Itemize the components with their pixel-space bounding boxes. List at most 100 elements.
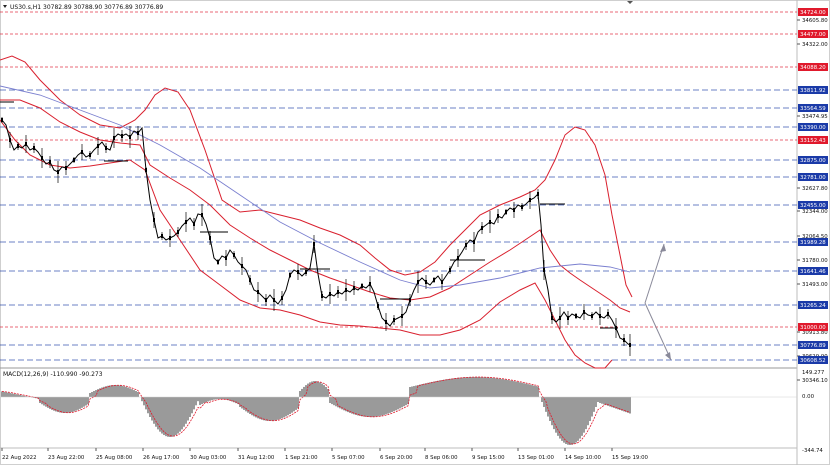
candle-body — [17, 144, 19, 148]
candle-body — [185, 220, 187, 224]
candle-body — [559, 316, 561, 320]
candle-body — [297, 270, 299, 274]
price-tag-label: 30776.89 — [800, 343, 826, 349]
macd-axis-label: 0.00 — [802, 394, 815, 400]
candle-body — [25, 142, 27, 146]
macd-label: MACD(12,26,9) -110.990 -90.273 — [3, 371, 103, 378]
candle-body — [137, 131, 139, 135]
candle-body — [105, 146, 107, 150]
candle-body — [113, 136, 115, 140]
candle-body — [529, 198, 531, 202]
candle-body — [177, 230, 179, 234]
price-tag-label: 32455.00 — [800, 203, 826, 209]
candle-body — [241, 264, 243, 268]
candle-body — [305, 270, 307, 274]
price-axis-label: 34605.80 — [802, 18, 828, 24]
time-axis-label: 9 Sep 15:00 — [472, 455, 505, 461]
candle-body — [153, 218, 155, 222]
time-axis-label: 31 Aug 12:00 — [238, 455, 275, 461]
candle-body — [321, 294, 323, 298]
price-tag-label: 33152.43 — [800, 138, 826, 144]
price-axis-label: 31780.00 — [802, 258, 828, 264]
candle-body — [465, 243, 467, 247]
time-axis-label: 14 Sep 10:00 — [565, 455, 602, 461]
price-axis-label: 30346.10 — [802, 378, 828, 384]
candle-body — [209, 236, 211, 240]
price-tag-label: 33811.92 — [800, 88, 826, 94]
candle-body — [169, 236, 171, 240]
price-tag-label: 31265.24 — [800, 303, 826, 309]
candle-body — [73, 158, 75, 162]
price-tag-label: 32875.00 — [800, 158, 826, 164]
candle-body — [543, 268, 545, 272]
candle-body — [281, 296, 283, 300]
candle-body — [161, 234, 163, 238]
candle-body — [505, 210, 507, 214]
arrow-up-line — [644, 243, 665, 304]
price-axis-label: 33474.95 — [802, 114, 828, 120]
candle-body — [41, 156, 43, 160]
candle-body — [121, 134, 123, 138]
dropdown-triangle-icon[interactable] — [3, 5, 7, 8]
candle-body — [449, 268, 451, 272]
candle-body — [217, 260, 219, 264]
candle-body — [473, 240, 475, 244]
horizontal-levels — [0, 11, 797, 361]
symbol-header: US30.s,H1 30782.89 30788.90 30776.89 307… — [3, 4, 163, 11]
price-tag-label: 34724.00 — [800, 10, 826, 16]
candle-body — [193, 222, 195, 226]
candle-body — [607, 312, 609, 316]
candle-body — [145, 168, 147, 172]
candle-body — [551, 316, 553, 320]
candle-body — [353, 286, 355, 290]
candle-body — [337, 290, 339, 294]
symbol-info: US30.s,H1 30782.89 30788.90 30776.89 307… — [10, 4, 163, 11]
time-axis-label: 26 Aug 17:00 — [143, 455, 180, 461]
candle-body — [81, 150, 83, 154]
time-axis-label: 15 Sep 19:00 — [612, 455, 649, 461]
time-axis: 22 Aug 2022 23 Aug 22:00 25 Aug 08:00 26 Au… — [1, 448, 649, 461]
projection-arrows — [644, 243, 672, 361]
price-axis-label: 31493.00 — [802, 282, 828, 288]
candle-body — [49, 160, 51, 164]
candle-body — [313, 242, 315, 246]
candle-body — [393, 318, 395, 322]
price-tag-label: 31000.00 — [800, 325, 826, 331]
candle-body — [377, 304, 379, 308]
macd-axis-label: 149.277 — [802, 370, 824, 376]
candle-body — [345, 288, 347, 292]
candle-body — [249, 278, 251, 282]
candle-body — [567, 316, 569, 320]
time-axis-label: 13 Sep 01:00 — [518, 455, 555, 461]
time-axis-label: 6 Sep 20:00 — [380, 455, 413, 461]
time-axis-label: 8 Sep 06:00 — [425, 455, 458, 461]
candle-body — [385, 320, 387, 324]
candle-body — [129, 135, 131, 139]
price-tag-label: 33564.59 — [800, 106, 826, 112]
price-tag-label: 30608.52 — [800, 358, 826, 364]
candle-body — [225, 256, 227, 260]
trading-chart[interactable]: US30.s,H1 30782.89 30788.90 30776.89 307… — [0, 0, 830, 465]
macd-axis-label: -344.74 — [802, 448, 823, 454]
time-axis-label: 1 Sep 21:00 — [285, 455, 318, 461]
chart-shift-icon[interactable] — [627, 1, 633, 4]
price-tag-label: 34088.20 — [800, 65, 826, 71]
price-axis-label: 32627.80 — [802, 186, 828, 192]
candle-body — [257, 290, 259, 294]
time-axis-label: 5 Sep 07:00 — [332, 455, 365, 461]
candle-body — [497, 214, 499, 218]
candle-body — [33, 146, 35, 150]
candle-body — [425, 280, 427, 284]
candle-body — [583, 310, 585, 314]
chart-canvas[interactable]: US30.s,H1 30782.89 30788.90 30776.89 307… — [0, 0, 830, 465]
price-tag-label: 31641.46 — [800, 269, 826, 275]
arrow-down-icon — [665, 352, 671, 360]
price-axis-label: 34322.00 — [802, 42, 828, 48]
bollinger-lower — [0, 119, 613, 369]
candle-body — [489, 220, 491, 224]
candle-body — [401, 314, 403, 318]
time-axis-label: 22 Aug 2022 — [2, 455, 37, 461]
candle-body — [575, 314, 577, 318]
candle-body — [97, 144, 99, 148]
macd-indicator — [0, 376, 797, 445]
